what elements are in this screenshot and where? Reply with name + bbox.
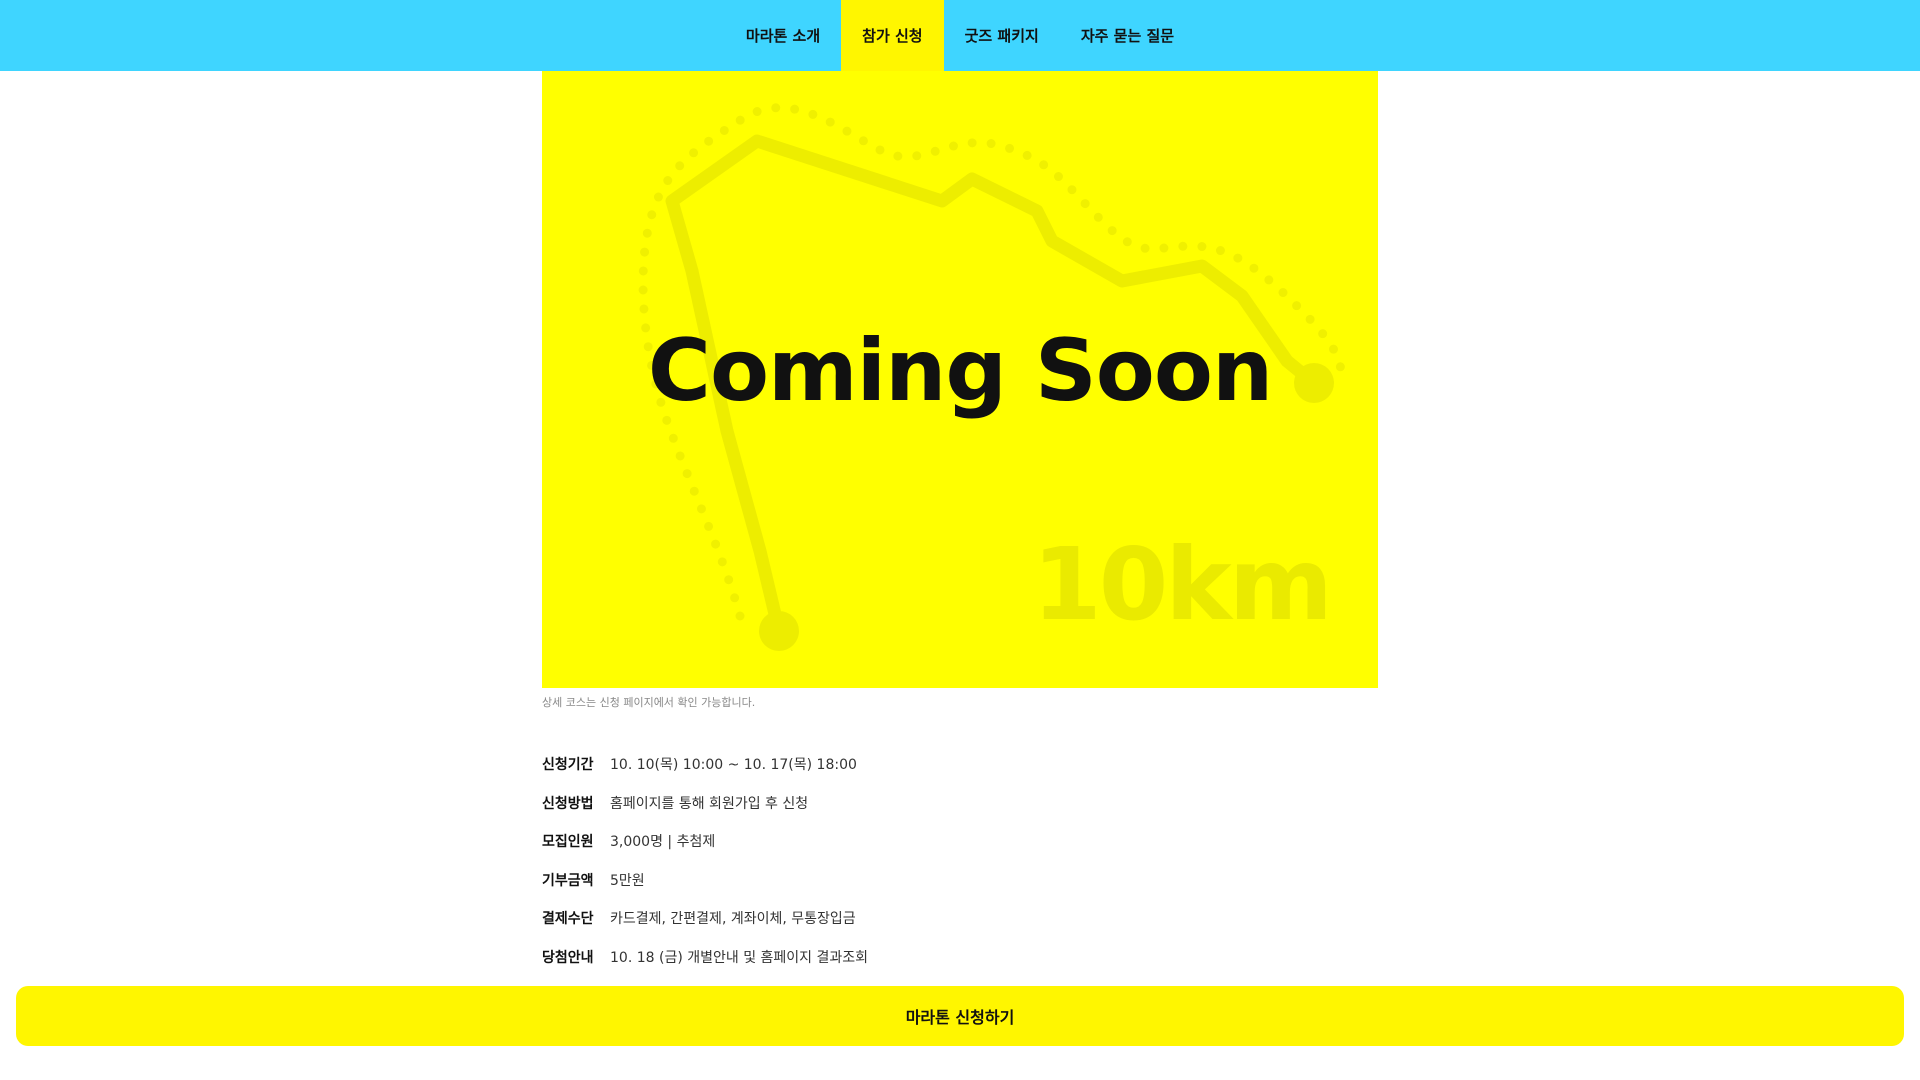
info-label: 모집인원 <box>542 834 594 851</box>
info-value: 3,000명 | 추첨제 <box>610 834 716 851</box>
info-row-method: 신청방법 홈페이지를 통해 회원가입 후 신청 <box>542 784 1378 823</box>
coming-soon-title: Coming Soon <box>647 321 1273 421</box>
info-row-period: 신청기간 10. 10(목) 10:00 ~ 10. 17(목) 18:00 <box>542 745 1378 784</box>
course-map-banner: 10km Coming Soon <box>542 71 1378 688</box>
nav-item-faq[interactable]: 자주 묻는 질문 <box>1060 0 1195 71</box>
registration-info-list: 신청기간 10. 10(목) 10:00 ~ 10. 17(목) 18:00 신… <box>542 745 1378 976</box>
course-caption: 상세 코스는 신청 페이지에서 확인 가능합니다. <box>542 696 756 709</box>
info-label: 신청방법 <box>542 795 594 812</box>
top-navigation: 마라톤 소개 참가 신청 굿즈 패키지 자주 묻는 질문 <box>0 0 1920 71</box>
info-value: 5만원 <box>610 872 645 889</box>
info-row-donation: 기부금액 5만원 <box>542 861 1378 900</box>
apply-marathon-button[interactable]: 마라톤 신청하기 <box>16 986 1904 1046</box>
distance-label: 10km <box>1032 526 1333 643</box>
nav-item-marathon-intro[interactable]: 마라톤 소개 <box>725 0 841 71</box>
info-value: 10. 10(목) 10:00 ~ 10. 17(목) 18:00 <box>610 757 857 774</box>
info-label: 당첨안내 <box>542 949 594 966</box>
info-row-announcement: 당첨안내 10. 18 (금) 개별안내 및 홈페이지 결과조회 <box>542 938 1378 977</box>
info-row-capacity: 모집인원 3,000명 | 추첨제 <box>542 822 1378 861</box>
info-row-payment: 결제수단 카드결제, 간편결제, 계좌이체, 무통장입금 <box>542 899 1378 938</box>
info-value: 홈페이지를 통해 회원가입 후 신청 <box>610 795 809 812</box>
info-label: 신청기간 <box>542 757 594 774</box>
info-value: 카드결제, 간편결제, 계좌이체, 무통장입금 <box>610 911 856 928</box>
info-label: 기부금액 <box>542 872 594 889</box>
info-value: 10. 18 (금) 개별안내 및 홈페이지 결과조회 <box>610 949 869 966</box>
nav-item-registration[interactable]: 참가 신청 <box>841 0 944 71</box>
info-label: 결제수단 <box>542 911 594 928</box>
nav-item-goods-package[interactable]: 굿즈 패키지 <box>944 0 1060 71</box>
